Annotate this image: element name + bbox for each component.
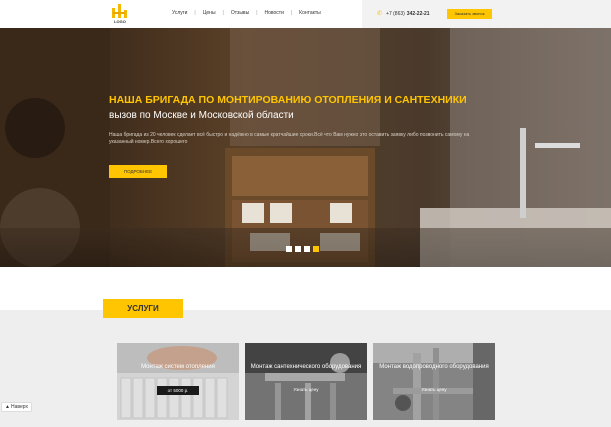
site-header: LOGO Услуги | Цены | Отзывы | Новости | … (0, 0, 611, 28)
hero-subtitle: вызов по Москве и Московской области (109, 110, 294, 121)
widget-label: Наверх (10, 404, 28, 410)
phone-icon: ✆ (377, 11, 383, 17)
slider-dot[interactable] (295, 246, 301, 252)
phone-prefix: +7 (863) (386, 10, 405, 17)
plumbing-image (245, 343, 367, 420)
nav-item-reviews[interactable]: Отзывы (224, 10, 256, 16)
service-card-price-link[interactable]: Узнать цену (245, 387, 367, 392)
contact-area: ✆ +7 (863) 342-22-21 Заказать звонок (362, 0, 611, 28)
phone-number[interactable]: ✆ +7 (863) 342-22-21 (377, 10, 430, 18)
arrow-up-icon: ▲ (5, 404, 10, 410)
slider-dots (286, 246, 322, 252)
nav-item-services[interactable]: Услуги (165, 10, 194, 16)
nav-item-news[interactable]: Новости (258, 10, 291, 16)
service-card-heating[interactable]: Монтаж систем отопления от 5000 р. (117, 343, 239, 420)
water-pipes-image (373, 343, 495, 420)
service-card-title: Монтаж систем отопления (141, 364, 215, 370)
service-card-price-link[interactable]: Узнать цену (373, 387, 495, 392)
services-heading: УСЛУГИ (103, 299, 183, 318)
hero-description: Наша бригада из 20 человек сделает всё б… (109, 132, 470, 145)
bathroom-background-image (0, 28, 611, 267)
service-card-water[interactable]: Монтаж водопроводного оборудования Узнат… (373, 343, 495, 420)
scroll-top-widget[interactable]: ▲ Наверх (1, 402, 32, 412)
logo[interactable]: LOGO (110, 2, 130, 26)
main-nav: Услуги | Цены | Отзывы | Новости | Конта… (165, 10, 328, 16)
page: LOGO Услуги | Цены | Отзывы | Новости | … (0, 0, 611, 427)
hero-more-button[interactable]: ПОДРОБНЕЕ (109, 165, 167, 178)
slider-dot-active[interactable] (313, 246, 319, 252)
service-card-price: от 5000 р. (157, 386, 199, 395)
service-card-plumbing[interactable]: Монтаж сантехнического оборудования Узна… (245, 343, 367, 420)
logo-text: LOGO (114, 19, 126, 24)
service-card-title: Монтаж водопроводного оборудования (379, 364, 489, 370)
logo-icon (112, 4, 127, 18)
slider-dot[interactable] (286, 246, 292, 252)
nav-item-prices[interactable]: Цены (196, 10, 223, 16)
radiator-image (117, 343, 239, 420)
slider-dot[interactable] (304, 246, 310, 252)
call-request-button[interactable]: Заказать звонок (447, 9, 492, 19)
nav-item-contacts[interactable]: Контакты (292, 10, 328, 16)
hero-title: НАША БРИГАДА ПО МОНТИРОВАНИЮ ОТОПЛЕНИЯ И… (109, 94, 467, 106)
service-card-title: Монтаж сантехнического оборудования (250, 364, 362, 370)
hero-slider: НАША БРИГАДА ПО МОНТИРОВАНИЮ ОТОПЛЕНИЯ И… (0, 28, 611, 267)
phone-main: 342-22-21 (406, 10, 430, 17)
